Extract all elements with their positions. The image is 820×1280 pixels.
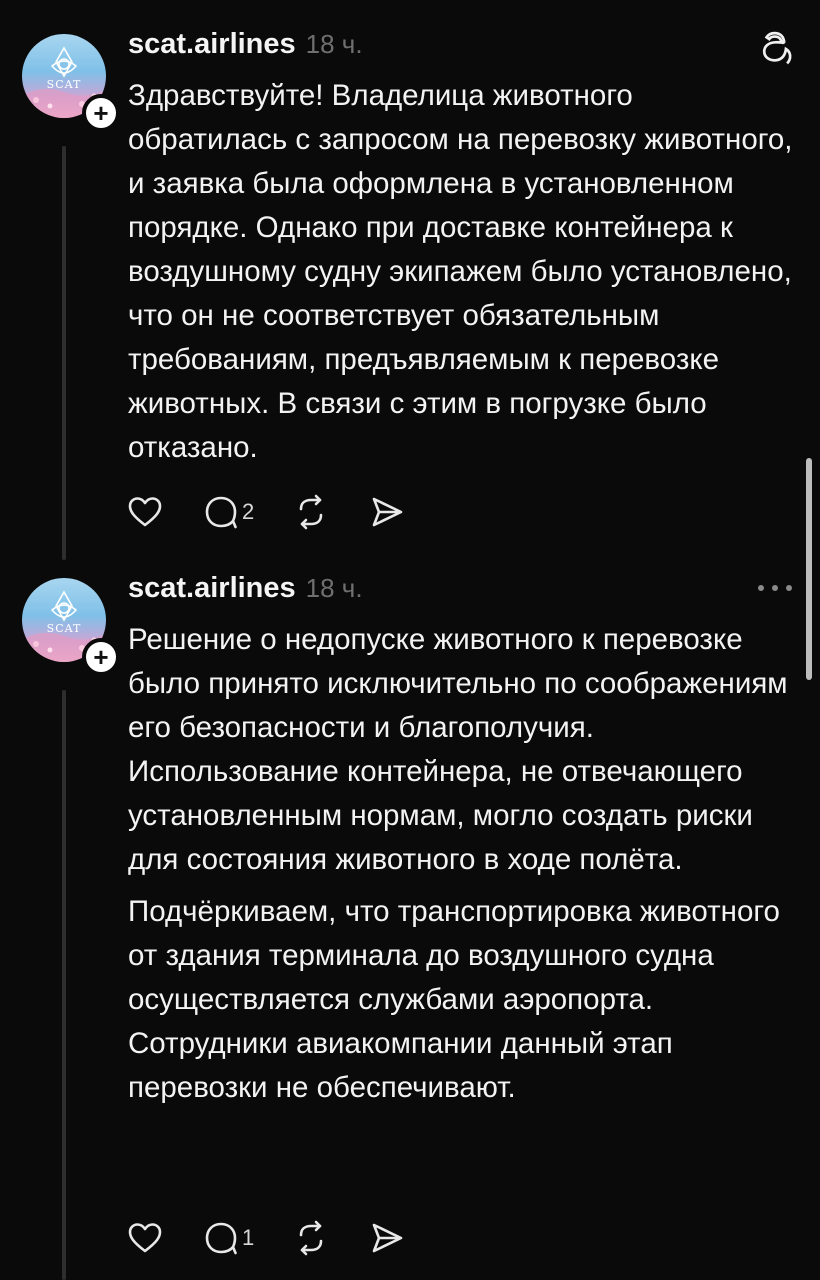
- thread-connector-line: [62, 146, 66, 560]
- post-header: scat.airlines 18 ч.: [128, 572, 363, 606]
- reply-count: 1: [242, 1225, 255, 1250]
- threads-logo-icon[interactable]: [760, 30, 796, 66]
- post-timestamp: 18 ч.: [305, 29, 363, 59]
- thread-post: + scat.airlines 18 ч. Здравствуйте! Влад…: [0, 0, 820, 562]
- send-icon: [372, 1223, 403, 1253]
- like-button[interactable]: [126, 493, 164, 531]
- heart-icon: [128, 497, 162, 527]
- repost-button[interactable]: [292, 493, 330, 531]
- send-icon: [372, 497, 403, 527]
- username-link[interactable]: scat.airlines: [128, 28, 296, 61]
- author-avatar[interactable]: +: [22, 578, 120, 676]
- reply-button[interactable]: 2: [202, 493, 254, 531]
- comment-icon: [205, 1222, 237, 1255]
- thread-connector-line: [62, 690, 66, 1280]
- post-timestamp: 18 ч.: [305, 573, 363, 603]
- vertical-scrollbar[interactable]: [806, 458, 812, 680]
- share-button[interactable]: [368, 493, 406, 531]
- share-button[interactable]: [368, 1219, 406, 1257]
- follow-plus-button[interactable]: +: [82, 94, 120, 132]
- reply-count: 2: [242, 499, 255, 524]
- post-actions: 1: [126, 1218, 444, 1258]
- plus-icon: +: [93, 642, 109, 672]
- post-body: Здравствуйте! Владелица животного обрати…: [128, 74, 798, 470]
- thread-post: + scat.airlines 18 ч. Решение о недопуск…: [0, 562, 820, 1280]
- like-button[interactable]: [126, 1219, 164, 1257]
- more-icon[interactable]: [758, 578, 792, 598]
- post-actions: 2: [126, 492, 444, 532]
- post-paragraph: Решение о недопуске животного к перевозк…: [128, 623, 788, 876]
- comment-icon: [205, 496, 237, 529]
- post-paragraph: Подчёркиваем, что транспортировка животн…: [128, 895, 780, 1104]
- follow-plus-button[interactable]: +: [82, 638, 120, 676]
- repost-button[interactable]: [292, 1219, 330, 1257]
- post-paragraph: Здравствуйте! Владелица животного обрати…: [128, 79, 793, 464]
- repost-icon: [299, 1220, 323, 1256]
- reply-button[interactable]: 1: [202, 1219, 254, 1257]
- author-avatar[interactable]: +: [22, 34, 120, 132]
- post-header: scat.airlines 18 ч.: [128, 28, 363, 62]
- plus-icon: +: [93, 98, 109, 128]
- heart-icon: [128, 1223, 162, 1253]
- repost-icon: [299, 494, 323, 530]
- post-body: Решение о недопуске животного к перевозк…: [128, 618, 798, 1110]
- username-link[interactable]: scat.airlines: [128, 572, 296, 605]
